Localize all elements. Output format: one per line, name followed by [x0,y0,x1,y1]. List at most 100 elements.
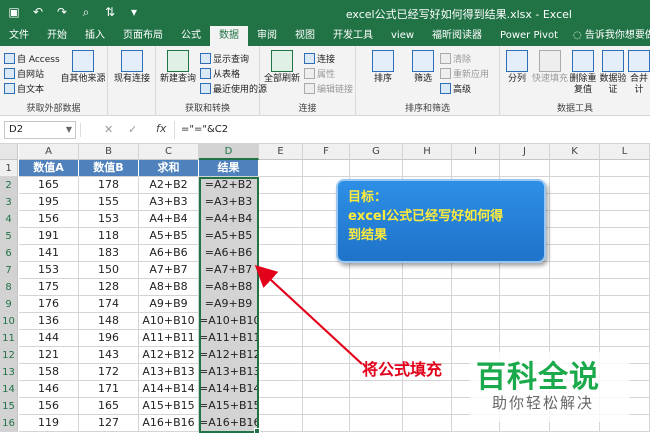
column-header-k[interactable]: K [550,144,600,160]
tab-review[interactable]: 审阅 [248,26,286,46]
refresh-all-button[interactable]: 全部刷新 [262,50,302,85]
cell-f7[interactable] [303,262,350,279]
cell-b3[interactable]: 155 [79,194,139,211]
cell-e5[interactable] [259,228,303,245]
cell-e1[interactable] [259,160,303,177]
cell-c5[interactable]: A5+B5 [139,228,199,245]
tab-developer[interactable]: 开发工具 [324,26,382,46]
cell-f10[interactable] [303,313,350,330]
cell-a3[interactable]: 195 [19,194,79,211]
column-header-i[interactable]: I [452,144,500,160]
cell-a11[interactable]: 144 [19,330,79,347]
connections-button[interactable]: 连接 [304,52,335,65]
clear-filter-button[interactable]: 清除 [440,52,471,65]
cell-e10[interactable] [259,313,303,330]
cell-d11[interactable]: =A11+B11 [199,330,259,347]
cell-g14[interactable] [350,381,403,398]
tab-view-en[interactable]: view [382,26,423,46]
cell-a14[interactable]: 146 [19,381,79,398]
cell-a13[interactable]: 158 [19,364,79,381]
cell-a8[interactable]: 175 [19,279,79,296]
row-header-12[interactable]: 12 [0,347,18,364]
cell-e16[interactable] [259,415,303,432]
cell-g1[interactable] [350,160,403,177]
column-header-g[interactable]: G [350,144,403,160]
cell-d16[interactable]: =A16+B16 [199,415,259,432]
row-header-3[interactable]: 3 [0,194,18,211]
cell-c12[interactable]: A12+B12 [139,347,199,364]
cell-l9[interactable] [600,296,650,313]
column-header-c[interactable]: C [139,144,199,160]
cell-e14[interactable] [259,381,303,398]
cell-b2[interactable]: 178 [79,177,139,194]
cell-e3[interactable] [259,194,303,211]
cell-c3[interactable]: A3+B3 [139,194,199,211]
cell-l7[interactable] [600,262,650,279]
cell-b5[interactable]: 118 [79,228,139,245]
cell-j8[interactable] [500,279,550,296]
from-other-sources-button[interactable]: 自其他来源 [60,50,106,85]
row-header-8[interactable]: 8 [0,279,18,296]
remove-duplicates-button[interactable]: 删除重复值 [568,50,598,96]
cell-d8[interactable]: =A8+B8 [199,279,259,296]
cell-f13[interactable] [303,364,350,381]
cell-e7[interactable] [259,262,303,279]
row-header-6[interactable]: 6 [0,245,18,262]
cell-b4[interactable]: 153 [79,211,139,228]
cell-e11[interactable] [259,330,303,347]
cell-l3[interactable] [600,194,650,211]
cell-a15[interactable]: 156 [19,398,79,415]
cell-e15[interactable] [259,398,303,415]
cell-c1[interactable]: 求和 [139,160,199,177]
existing-connections-button[interactable]: 现有连接 [112,50,152,85]
cell-f15[interactable] [303,398,350,415]
cell-e12[interactable] [259,347,303,364]
cell-g15[interactable] [350,398,403,415]
cell-f11[interactable] [303,330,350,347]
cell-k7[interactable] [550,262,600,279]
name-box[interactable]: D2 ▼ [4,121,76,139]
cell-h14[interactable] [403,381,452,398]
cell-b6[interactable]: 183 [79,245,139,262]
cell-c2[interactable]: A2+B2 [139,177,199,194]
select-all-corner[interactable] [0,144,18,160]
cell-i8[interactable] [452,279,500,296]
cell-h10[interactable] [403,313,452,330]
show-queries-button[interactable]: 显示查询 [200,52,249,65]
cell-j10[interactable] [500,313,550,330]
cell-b15[interactable]: 165 [79,398,139,415]
cell-d15[interactable]: =A15+B15 [199,398,259,415]
cell-c4[interactable]: A4+B4 [139,211,199,228]
cell-j9[interactable] [500,296,550,313]
from-table-button[interactable]: 从表格 [200,67,240,80]
cell-a2[interactable]: 165 [19,177,79,194]
cell-l10[interactable] [600,313,650,330]
cell-d7[interactable]: =A7+B7 [199,262,259,279]
cell-e13[interactable] [259,364,303,381]
cell-c9[interactable]: A9+B9 [139,296,199,313]
cell-c10[interactable]: A10+B10 [139,313,199,330]
row-header-16[interactable]: 16 [0,415,18,432]
cell-e9[interactable] [259,296,303,313]
cell-d1[interactable]: 结果 [199,160,259,177]
cell-j11[interactable] [500,330,550,347]
cell-d6[interactable]: =A6+B6 [199,245,259,262]
reapply-button[interactable]: 重新应用 [440,67,489,80]
cell-k1[interactable] [550,160,600,177]
cell-f1[interactable] [303,160,350,177]
cell-c7[interactable]: A7+B7 [139,262,199,279]
cell-k5[interactable] [550,228,600,245]
cell-b9[interactable]: 174 [79,296,139,313]
cell-a16[interactable]: 119 [19,415,79,432]
cell-e2[interactable] [259,177,303,194]
cell-g9[interactable] [350,296,403,313]
cell-h1[interactable] [403,160,452,177]
cell-l11[interactable] [600,330,650,347]
column-header-h[interactable]: H [403,144,452,160]
cell-g11[interactable] [350,330,403,347]
cell-g10[interactable] [350,313,403,330]
cell-f9[interactable] [303,296,350,313]
row-header-7[interactable]: 7 [0,262,18,279]
cell-k11[interactable] [550,330,600,347]
cell-b13[interactable]: 172 [79,364,139,381]
